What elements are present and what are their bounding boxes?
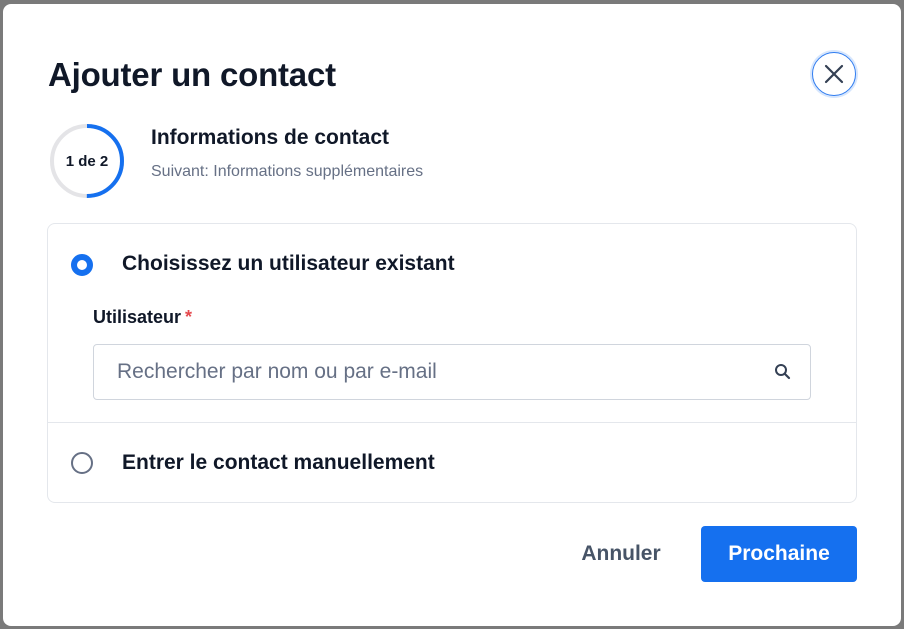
existing-user-radio[interactable] [71, 254, 93, 276]
user-search-field[interactable] [93, 344, 811, 400]
dialog-title: Ajouter un contact [48, 56, 336, 93]
step-title: Informations de contact [151, 126, 390, 149]
user-field-label: Utilisateur * [93, 307, 192, 328]
step-counter: 1 de 2 [65, 152, 109, 170]
cancel-button[interactable]: Annuler [563, 526, 679, 582]
user-search-input[interactable] [94, 345, 754, 399]
user-field-label-text: Utilisateur [93, 307, 182, 327]
required-indicator: * [185, 307, 193, 327]
search-icon[interactable] [773, 362, 793, 382]
manual-entry-option-label[interactable]: Entrer le contact manuellement [122, 451, 435, 475]
next-button[interactable]: Prochaine [701, 526, 857, 582]
manual-entry-radio[interactable] [71, 452, 93, 474]
close-button[interactable] [812, 52, 856, 96]
close-icon [824, 64, 844, 84]
existing-user-option-label[interactable]: Choisissez un utilisateur existant [122, 252, 455, 276]
add-contact-dialog: Ajouter un contact 1 de 2 Informations d… [3, 4, 901, 626]
step-progress-ring: 1 de 2 [49, 123, 125, 199]
next-step-hint: Suivant: Informations supplémentaires [151, 163, 424, 180]
options-divider [48, 422, 856, 423]
contact-source-options: Choisissez un utilisateur existant Utili… [47, 223, 857, 503]
